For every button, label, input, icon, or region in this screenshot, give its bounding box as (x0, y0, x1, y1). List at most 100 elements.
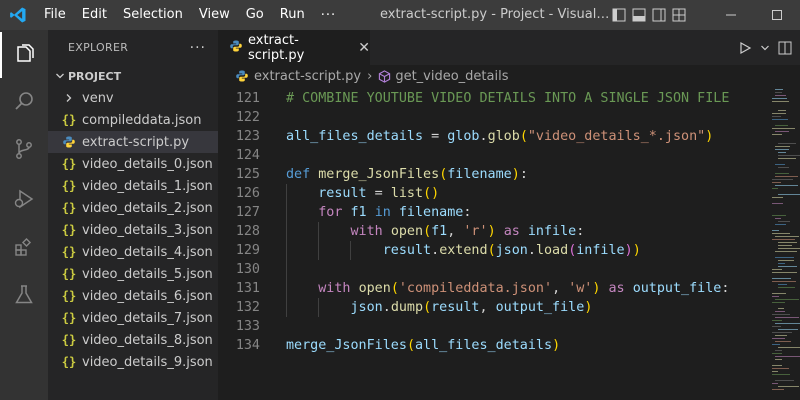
tab-extract-script[interactable]: extract-script.py ✕ (218, 30, 370, 65)
code-token: json (495, 243, 528, 258)
menu-more-button[interactable]: ··· (313, 8, 344, 23)
code-line: 124 (218, 146, 770, 165)
toggle-secondary-sidebar-icon[interactable] (652, 8, 666, 22)
minimap-line (775, 257, 794, 258)
file-item[interactable]: {} video_details_5.json (48, 263, 218, 285)
code-token: def (286, 167, 311, 182)
breadcrumb-symbol[interactable]: get_video_details (395, 69, 508, 84)
code-text: result.extend(json.load(infile)) (260, 241, 641, 260)
maximize-button[interactable] (754, 0, 800, 30)
code-token: ) (552, 338, 561, 353)
file-item[interactable]: {} video_details_8.json (48, 329, 218, 351)
minimap-line (772, 272, 797, 273)
minimap-line (772, 233, 790, 234)
code-token: = (423, 129, 448, 144)
file-item[interactable]: {} video_details_1.json (48, 175, 218, 197)
project-folder-header[interactable]: PROJECT (48, 65, 218, 87)
breadcrumb-file[interactable]: extract-script.py (254, 69, 361, 84)
sidebar-title: EXPLORER (68, 41, 129, 54)
source-control-icon[interactable] (0, 126, 48, 172)
menu-selection[interactable]: Selection (115, 0, 191, 30)
indent-guide (286, 203, 287, 222)
file-item[interactable]: {} video_details_4.json (48, 241, 218, 263)
minimap-line (772, 215, 786, 216)
indent-guide (318, 222, 319, 241)
file-item[interactable]: extract-script.py (48, 131, 218, 153)
minimap-line (778, 263, 785, 264)
minimap-line (775, 299, 799, 300)
chevron-down-icon (52, 71, 68, 81)
code-token: list (390, 186, 424, 201)
code-line: 131 with open('compileddata.json', 'w') … (218, 279, 770, 298)
minimap-line (775, 218, 781, 219)
code-editor[interactable]: 121 # COMBINE YOUTUBE VIDEO DETAILS INTO … (218, 89, 770, 355)
file-item[interactable]: {} video_details_7.json (48, 307, 218, 329)
code-line: 122 (218, 108, 770, 127)
more-actions-button[interactable]: ··· (190, 40, 206, 56)
toggle-sidebar-icon[interactable] (612, 8, 626, 22)
run-python-file-icon[interactable] (738, 41, 752, 55)
minimap-line (772, 179, 793, 180)
code-token: 'w' (568, 281, 593, 296)
file-item[interactable]: {} compileddata.json (48, 109, 218, 131)
menu-go[interactable]: Go (238, 0, 272, 30)
toggle-panel-icon[interactable] (632, 8, 646, 22)
window-controls (708, 0, 800, 30)
editor-area: extract-script.py ✕ extract-script.py › … (218, 30, 800, 400)
code-token: ( (519, 129, 528, 144)
file-item[interactable]: {} video_details_3.json (48, 219, 218, 241)
menu-file[interactable]: File (36, 0, 74, 30)
indent-guide (286, 241, 287, 260)
code-token: all_files_details (286, 129, 424, 144)
code-token: filename (447, 167, 512, 182)
code-token: "video_details_*.json" (527, 129, 706, 144)
title-bar: File Edit Selection View Go Run ··· extract-sc… (0, 0, 800, 30)
code-token: : (463, 205, 472, 220)
menu-view[interactable]: View (191, 0, 238, 30)
file-label: video_details_5.json (82, 266, 213, 282)
minimap-line (772, 269, 782, 270)
close-icon[interactable]: ✕ (358, 40, 370, 56)
code-token: result (431, 300, 480, 315)
code-token: 'compileddata.json' (398, 281, 553, 296)
minimap-line (772, 371, 778, 372)
menu-run[interactable]: Run (272, 0, 313, 30)
minimap[interactable] (770, 87, 800, 400)
code-token: . (382, 300, 391, 315)
json-file-icon: {} (61, 113, 77, 127)
minimap-line (778, 287, 795, 288)
testing-flask-icon[interactable] (0, 272, 48, 318)
minimap-line (775, 224, 786, 225)
code-token: : (576, 224, 585, 239)
minimap-line (772, 281, 796, 282)
menu-edit[interactable]: Edit (74, 0, 115, 30)
vscode-logo-icon[interactable] (0, 0, 36, 30)
file-item[interactable]: {} video_details_6.json (48, 285, 218, 307)
file-item[interactable]: venv (48, 87, 218, 109)
minimap-line (772, 119, 788, 120)
split-editor-icon[interactable] (778, 41, 792, 55)
customize-layout-icon[interactable] (672, 8, 686, 22)
explorer-sidebar: EXPLORER ··· PROJECT venv {} compileddata.… (48, 30, 218, 400)
file-item[interactable]: {} video_details_2.json (48, 197, 218, 219)
search-icon[interactable] (0, 78, 48, 124)
json-file-icon: {} (61, 157, 77, 171)
chevron-down-icon[interactable] (760, 43, 770, 53)
run-debug-icon[interactable] (0, 176, 48, 222)
python-file-icon (60, 136, 78, 148)
explorer-icon[interactable] (0, 32, 48, 78)
code-token: ) (624, 243, 633, 258)
minimap-line (772, 320, 782, 321)
minimap-line (775, 146, 790, 147)
indent-guide (286, 184, 287, 203)
minimize-button[interactable] (708, 0, 754, 30)
minimap-line (772, 230, 779, 231)
extensions-icon[interactable] (0, 224, 48, 270)
file-item[interactable]: {} video_details_9.json (48, 351, 218, 373)
code-token: extend (439, 243, 488, 258)
file-item[interactable]: {} video_details_0.json (48, 153, 218, 175)
code-line: 123 all_files_details = glob.glob("video_… (218, 127, 770, 146)
code-token: merge_JsonFiles (286, 338, 407, 353)
